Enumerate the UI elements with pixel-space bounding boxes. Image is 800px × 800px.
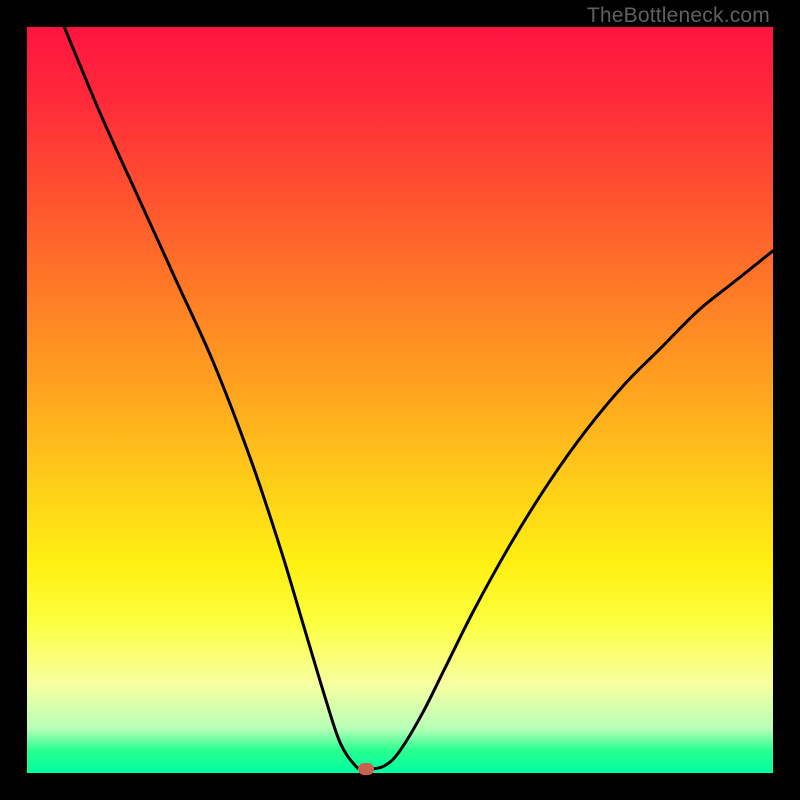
minimum-marker	[358, 763, 374, 775]
bottleneck-curve	[27, 27, 773, 773]
chart-container: TheBottleneck.com	[0, 0, 800, 800]
plot-area	[27, 27, 773, 773]
watermark-text: TheBottleneck.com	[587, 4, 770, 28]
